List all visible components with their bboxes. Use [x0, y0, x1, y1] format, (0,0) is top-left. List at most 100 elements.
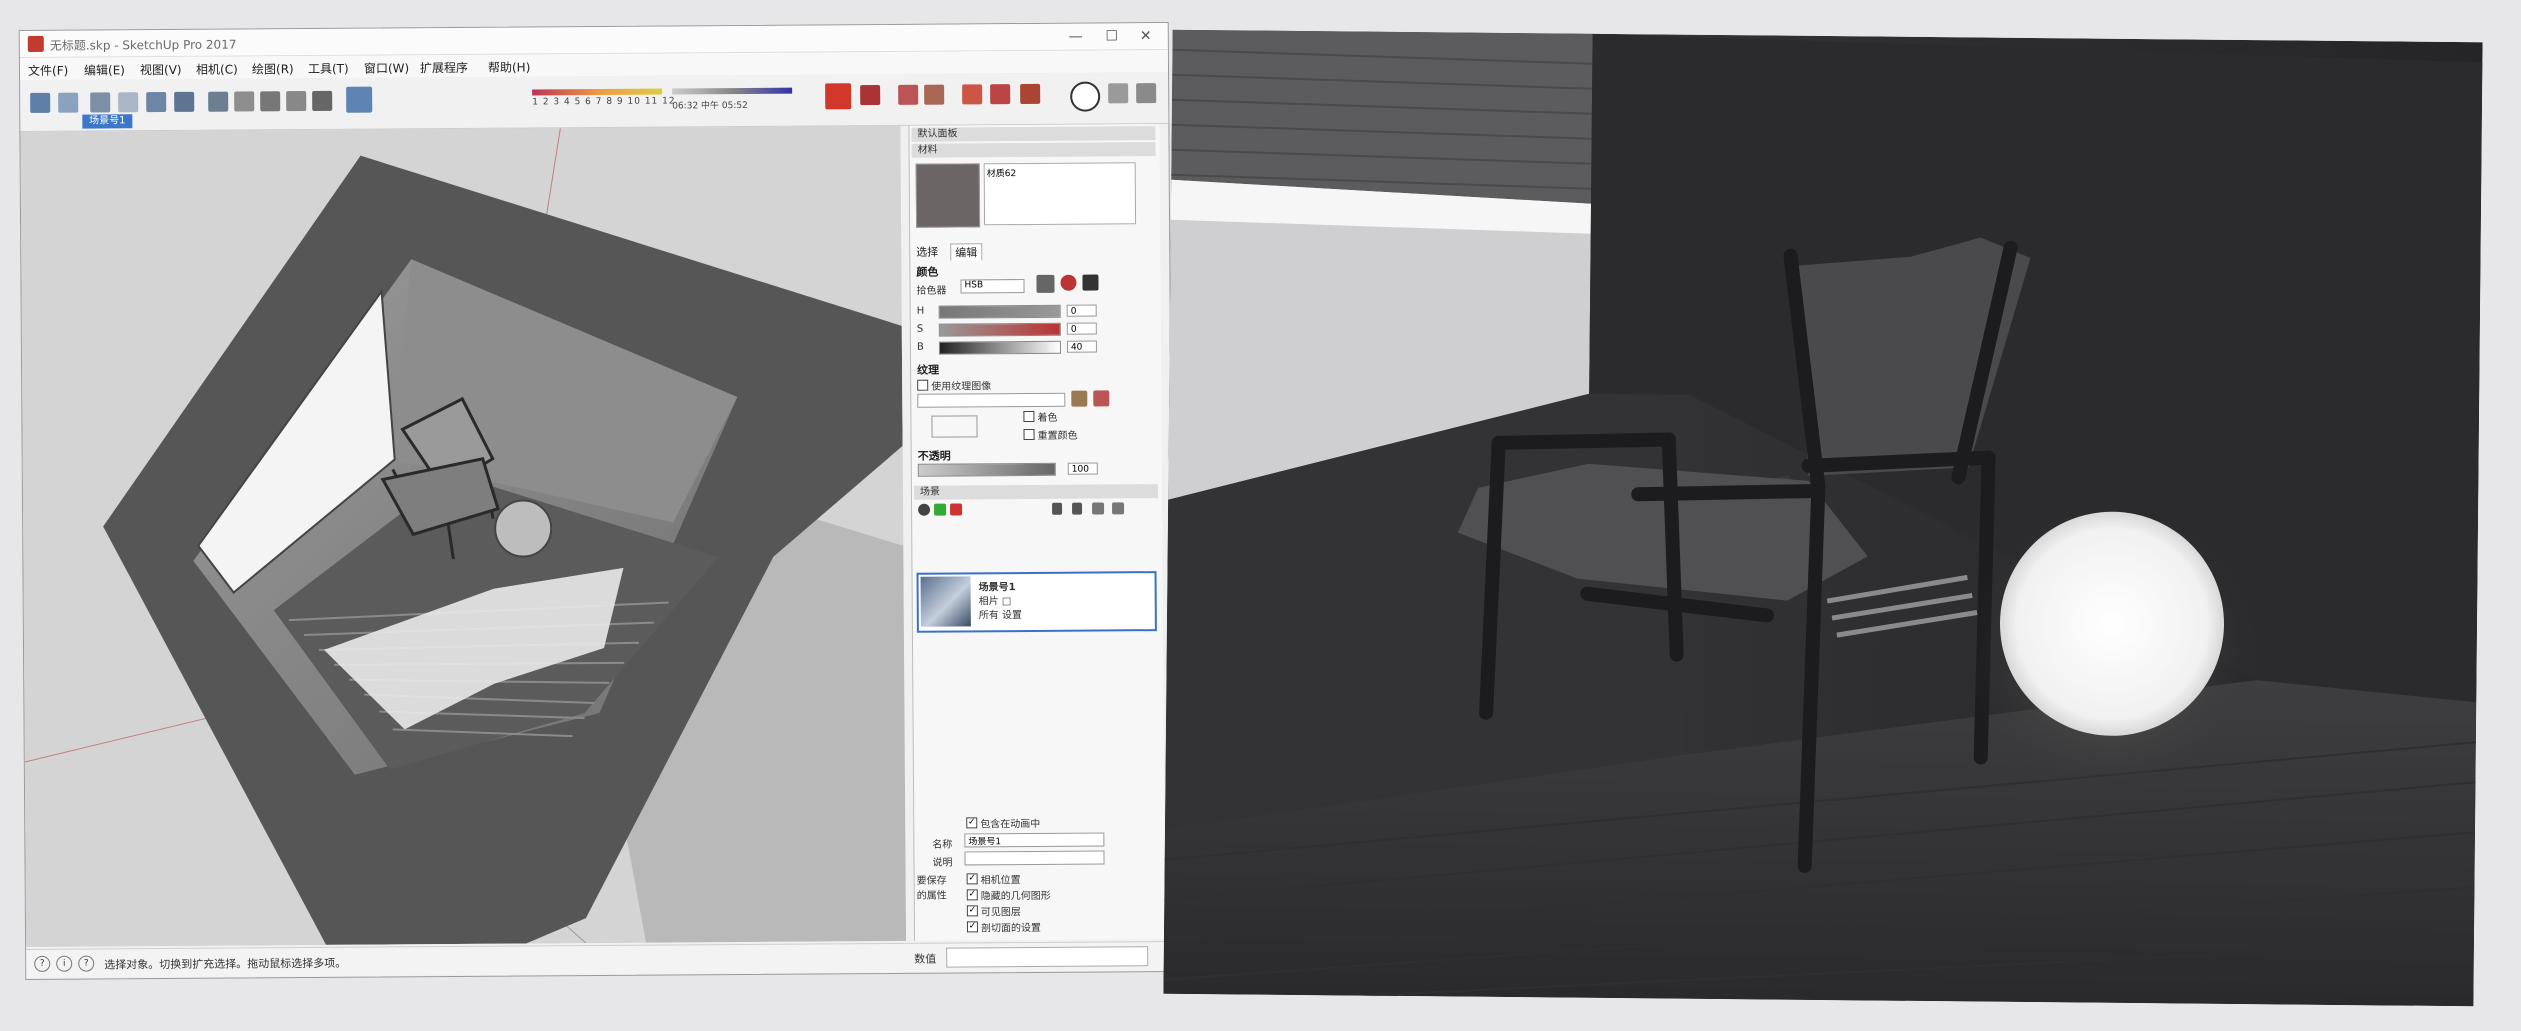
- prop-section-checkbox[interactable]: ✓: [966, 921, 979, 933]
- time-scale-labels: 06:32 中午 05:52: [672, 100, 748, 112]
- close-button[interactable]: ✕: [1130, 25, 1162, 47]
- window-title: 无标题.skp - SketchUp Pro 2017: [49, 37, 237, 53]
- extension-icon[interactable]: [1108, 83, 1129, 104]
- minimize-button[interactable]: —: [1060, 26, 1092, 48]
- use-texture-label: 使用纹理图像: [931, 381, 992, 393]
- time-slider[interactable]: [672, 87, 793, 95]
- channel-b-slider[interactable]: [938, 340, 1061, 355]
- menu-file[interactable]: 文件(F): [28, 62, 68, 79]
- channel-s-value[interactable]: 0: [1066, 322, 1097, 335]
- channel-s-slider[interactable]: [938, 322, 1061, 337]
- material-name-field[interactable]: 材质62: [983, 162, 1137, 226]
- check-icon[interactable]: [1070, 81, 1101, 112]
- reset-color-button[interactable]: [1023, 428, 1035, 441]
- menu-window[interactable]: 窗口(W): [364, 59, 409, 76]
- prop-layers-label: 可见图层: [980, 907, 1021, 919]
- eraser-icon[interactable]: [58, 92, 79, 113]
- sun-icon[interactable]: [924, 84, 945, 105]
- measurements-label: 数值: [914, 952, 937, 966]
- material-icon[interactable]: [860, 85, 881, 106]
- move-down-icon[interactable]: [1072, 502, 1083, 515]
- scene-list-item[interactable]: 场景号1 相片 □ 所有 设置: [916, 571, 1157, 633]
- material-swatch[interactable]: [915, 163, 981, 228]
- materials-header[interactable]: 材料: [911, 142, 1156, 158]
- render-icon[interactable]: [825, 83, 852, 110]
- update-scene-icon[interactable]: [918, 503, 931, 516]
- select-icon[interactable]: [30, 92, 51, 113]
- menu-help[interactable]: 帮助(H): [488, 58, 531, 75]
- prop-camera-checkbox[interactable]: ✓: [966, 873, 978, 885]
- scene-thumbnail: [920, 576, 971, 627]
- scene-tab[interactable]: 场景号1: [82, 114, 133, 129]
- glowing-sphere-lamp: [1999, 511, 2224, 736]
- menu-camera[interactable]: 相机(C): [196, 60, 238, 77]
- texture-path-field[interactable]: [917, 392, 1066, 408]
- help-icon[interactable]: ?: [78, 955, 95, 972]
- channel-h-value[interactable]: 0: [1066, 304, 1097, 317]
- details-icon[interactable]: [1112, 502, 1125, 515]
- geo-location-icon[interactable]: ?: [34, 955, 51, 972]
- browse-folder-icon[interactable]: [1071, 390, 1088, 407]
- use-texture-checkbox[interactable]: [917, 379, 929, 391]
- move-icon[interactable]: [208, 91, 229, 112]
- channel-b-value[interactable]: 40: [1066, 340, 1097, 353]
- prop-hidden-label: 隐藏的几何图形: [980, 890, 1051, 903]
- menu-draw[interactable]: 绘图(R): [252, 60, 294, 77]
- scenes-header[interactable]: 场景: [913, 484, 1158, 500]
- push-pull-icon[interactable]: [174, 91, 195, 112]
- model-viewport[interactable]: [20, 125, 907, 947]
- move-up-icon[interactable]: [1052, 502, 1063, 515]
- view-options-icon[interactable]: [1092, 502, 1105, 515]
- texture-width-field[interactable]: [931, 415, 978, 438]
- scene-description-field[interactable]: [964, 850, 1105, 866]
- env-icon[interactable]: [1020, 83, 1041, 105]
- tab-edit[interactable]: 编辑: [950, 243, 983, 261]
- prop-camera-label: 相机位置: [980, 875, 1021, 887]
- month-slider[interactable]: [532, 88, 663, 96]
- menu-extensions[interactable]: 扩展程序: [420, 59, 468, 76]
- maximize-button[interactable]: ☐: [1096, 25, 1128, 47]
- picker-value: HSB: [964, 280, 984, 291]
- include-animation-checkbox[interactable]: ✓: [966, 817, 978, 829]
- picker-label: 拾色器: [916, 285, 947, 297]
- scene-item-sub1: 相片 □: [978, 596, 1012, 608]
- paint-icon[interactable]: [90, 92, 111, 113]
- status-message: 选择对象。切换到扩充选择。拖动鼠标选择多项。: [104, 956, 347, 972]
- sample-icon[interactable]: [1060, 274, 1077, 291]
- picker-select[interactable]: HSB: [960, 279, 1025, 294]
- offset-icon[interactable]: [286, 91, 307, 112]
- scale-icon[interactable]: [260, 91, 281, 112]
- prop-hidden-checkbox[interactable]: ✓: [966, 889, 978, 901]
- add-scene-icon[interactable]: [934, 503, 947, 516]
- colorize-checkbox[interactable]: [1023, 410, 1035, 423]
- remove-scene-icon[interactable]: [950, 503, 963, 516]
- sketchup-logo-icon: [27, 35, 44, 52]
- menu-tools[interactable]: 工具(T): [308, 60, 349, 77]
- tab-select[interactable]: 选择: [916, 244, 938, 260]
- line-icon[interactable]: [118, 92, 139, 113]
- camera-icon[interactable]: [962, 84, 983, 105]
- light-icon[interactable]: [898, 84, 919, 105]
- edit-texture-icon[interactable]: [1093, 390, 1110, 407]
- opacity-slider[interactable]: [917, 462, 1056, 477]
- fog-icon[interactable]: [990, 84, 1011, 105]
- channel-h-slider[interactable]: [938, 304, 1061, 319]
- credits-icon[interactable]: i: [56, 955, 73, 972]
- rect-icon[interactable]: [146, 91, 167, 113]
- menu-view[interactable]: 视图(V): [140, 61, 182, 78]
- bucket-icon[interactable]: [1082, 274, 1099, 291]
- extension2-icon[interactable]: [1136, 83, 1157, 104]
- opacity-value[interactable]: 100: [1067, 462, 1098, 475]
- menu-edit[interactable]: 编辑(E): [84, 61, 125, 78]
- prop-layers-checkbox[interactable]: ✓: [966, 905, 978, 917]
- tape-icon[interactable]: [312, 90, 333, 111]
- swatch-preview[interactable]: [1036, 274, 1055, 293]
- scene-item-sub2: 所有 设置: [978, 610, 1023, 622]
- channel-b-label: B: [916, 341, 924, 353]
- shadow-icon[interactable]: [346, 86, 373, 113]
- channel-s-label: S: [916, 323, 924, 335]
- rotate-icon[interactable]: [234, 91, 255, 112]
- scene-name-field[interactable]: 场景号1: [964, 832, 1105, 848]
- measurements-field[interactable]: [946, 946, 1149, 968]
- viewport-scene: [20, 125, 907, 947]
